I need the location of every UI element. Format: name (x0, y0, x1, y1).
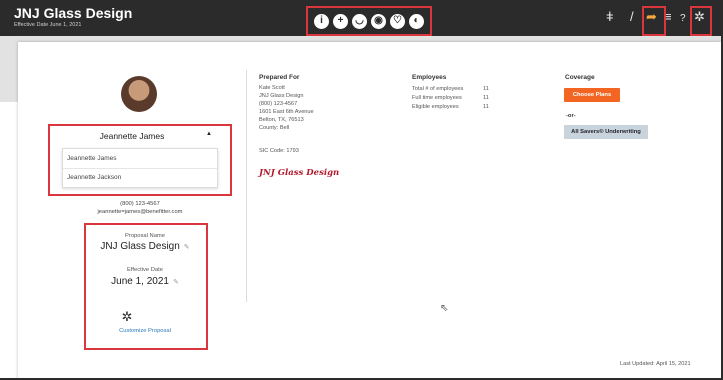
highlight-user-select (48, 124, 232, 196)
employee-count-value: 11 (483, 104, 489, 110)
people-icon[interactable]: ǂ (606, 10, 614, 24)
or-separator: -or- (566, 113, 576, 119)
employee-count-label: Total # of employees (412, 86, 464, 92)
prepared-for-line: JNJ Glass Design (259, 93, 304, 99)
employee-count-value: 11 (483, 86, 489, 92)
highlight-settings (690, 6, 712, 36)
company-signature: JNJ Glass Design (259, 168, 340, 178)
employee-count-label: Eligible employees (412, 104, 459, 110)
highlight-share (642, 6, 666, 36)
prepared-for-line: County: Bell (259, 125, 290, 131)
prepared-for-heading: Prepared For (259, 74, 300, 81)
help-icon[interactable]: ? (680, 12, 686, 26)
prepared-for-line: (800) 123-4567 (259, 101, 298, 107)
avatar (121, 76, 157, 112)
mouse-cursor-icon: ⇖ (440, 303, 449, 314)
column-divider (246, 70, 247, 302)
prepared-for-line: Kate Scott (259, 85, 285, 91)
sic-code: SIC Code: 1793 (259, 148, 299, 154)
underwriting-button[interactable]: All Savers® Underwriting (564, 125, 648, 139)
employee-count-value: 11 (483, 95, 489, 101)
app-title: JNJ Glass Design (14, 5, 133, 21)
prepared-for-line: 1601 East 6th Avenue (259, 109, 314, 115)
employees-heading: Employees (412, 74, 447, 81)
contact-email[interactable]: jeannette=james@benefitter.com (60, 209, 220, 215)
prepared-for-line: Belton, TX, 76513 (259, 117, 304, 123)
contact-phone: (800) 123-4567 (120, 201, 160, 207)
coverage-heading: Coverage (565, 74, 595, 81)
last-updated: Last Updated: April 15, 2021 (620, 361, 691, 367)
app-subtitle: Effective Date June 1, 2021 (14, 22, 82, 28)
choose-plans-button[interactable]: Choose Plans (564, 88, 620, 102)
highlight-proposal (84, 223, 208, 350)
edit-icon[interactable]: / (630, 10, 634, 24)
employee-count-label: Full time employees (412, 95, 462, 101)
highlight-center-toolbar (306, 6, 432, 36)
